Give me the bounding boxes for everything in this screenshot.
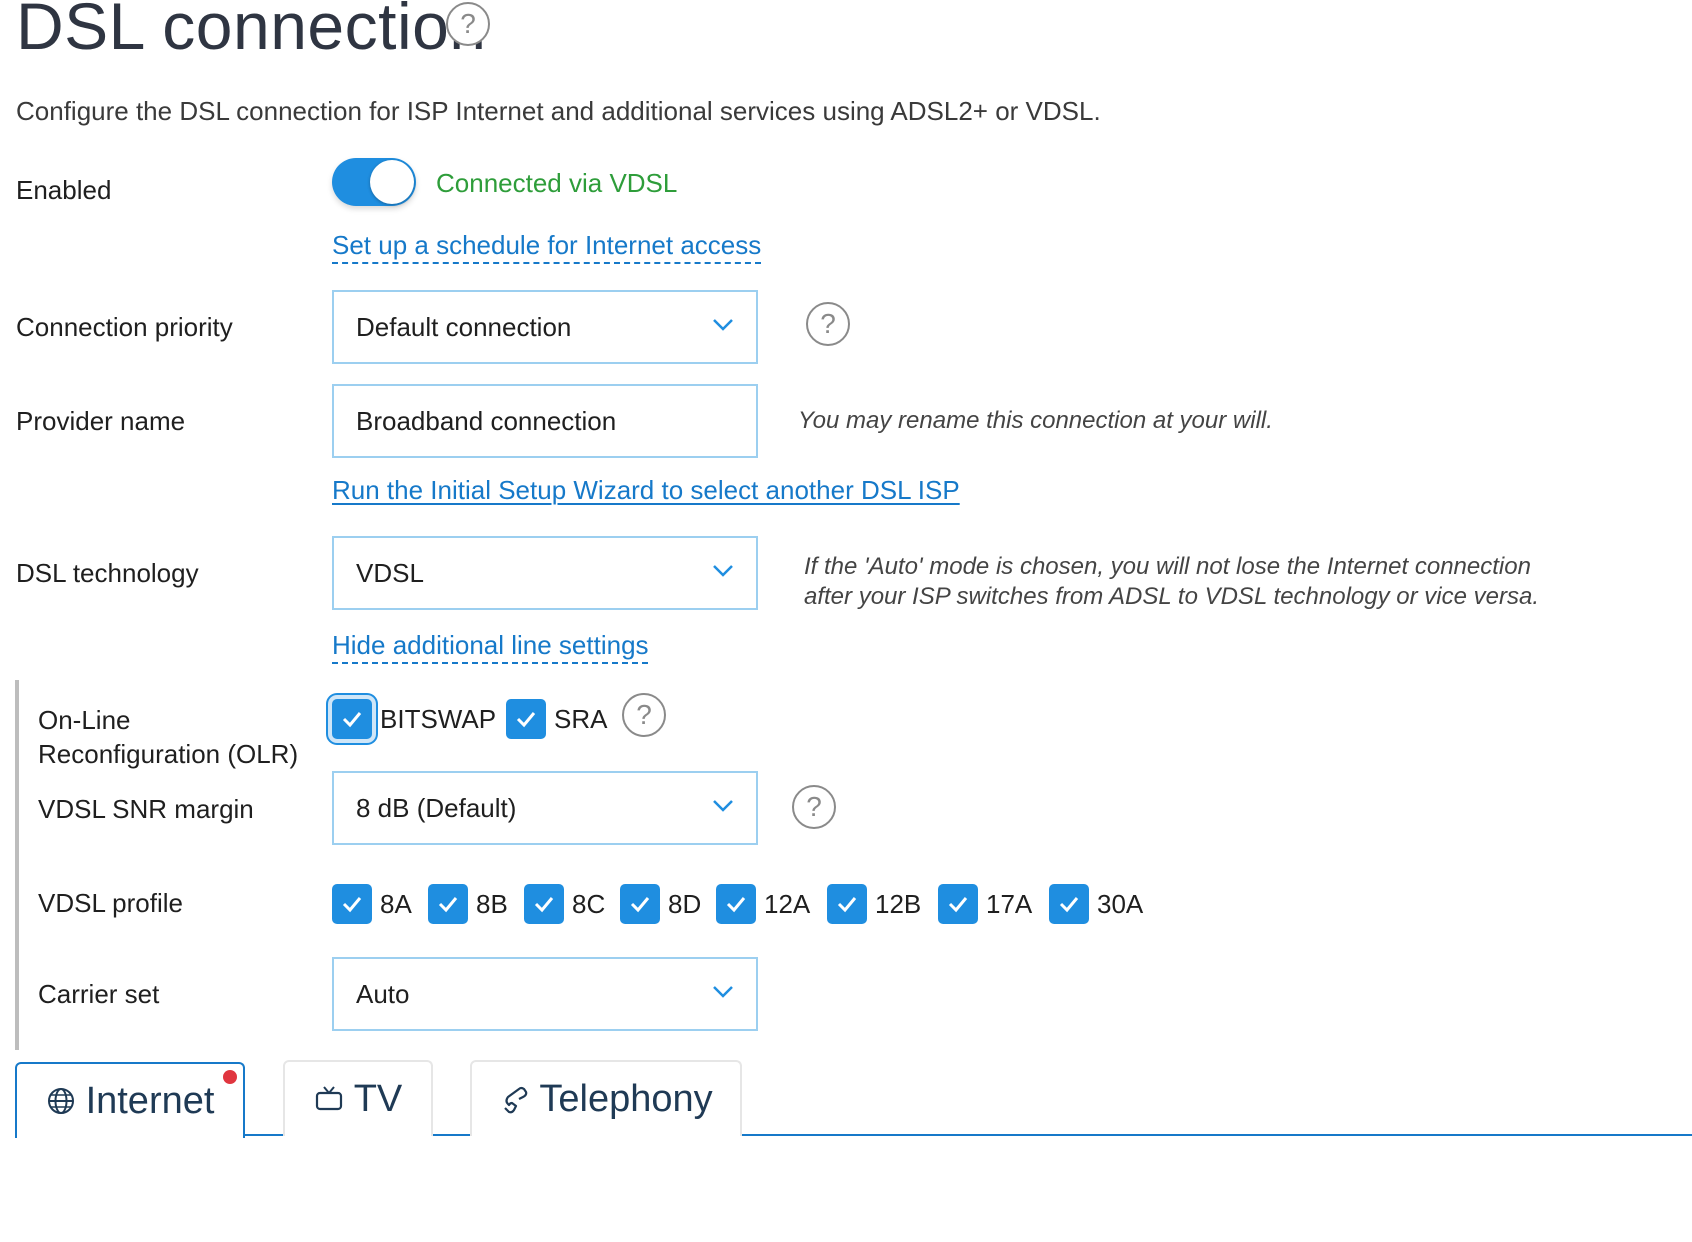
profile-option-label: 12B (875, 888, 922, 919)
check-icon (837, 897, 857, 913)
profile-checkbox-8c[interactable]: 8C (524, 884, 605, 924)
carrier-label: Carrier set (38, 979, 160, 1009)
olr-label-line2: Reconfiguration (OLR) (38, 739, 299, 769)
check-icon (726, 897, 746, 913)
toggle-knob (370, 160, 414, 204)
bitswap-checkbox[interactable]: BITSWAP (332, 699, 496, 739)
checkbox-box (1049, 884, 1089, 924)
chevron-down-icon (713, 800, 733, 812)
check-icon (438, 897, 458, 913)
tab-label: Internet (85, 1079, 215, 1122)
check-icon (948, 897, 968, 913)
priority-select[interactable]: Default connection (332, 290, 758, 364)
tab-telephony[interactable]: Telephony (470, 1060, 742, 1136)
checkbox-box (332, 884, 372, 924)
profile-option-label: 30A (1097, 888, 1144, 919)
profile-option-label: 8C (572, 888, 606, 919)
checkbox-box (332, 699, 372, 739)
checkbox-box (620, 884, 660, 924)
olr-help-icon[interactable]: ? (622, 693, 666, 737)
bitswap-label: BITSWAP (380, 703, 497, 734)
technology-hint-line2: after your ISP switches from ADSL to VDS… (804, 583, 1539, 610)
checkbox-box (716, 884, 756, 924)
olr-label: On-Line Reconfiguration (OLR) (38, 703, 298, 771)
profile-option-label: 8A (380, 888, 412, 919)
check-icon (534, 897, 554, 913)
connection-status: Connected via VDSL (436, 168, 678, 198)
provider-name-input[interactable]: Broadband connection (332, 384, 758, 458)
chevron-down-icon (713, 565, 733, 577)
checkbox-box (506, 699, 546, 739)
sra-label: SRA (554, 703, 608, 734)
chevron-down-icon (713, 986, 733, 998)
profile-option-label: 8D (668, 888, 702, 919)
sra-checkbox[interactable]: SRA (506, 699, 607, 739)
enabled-toggle[interactable] (332, 158, 416, 206)
snr-select[interactable]: 8 dB (Default) (332, 771, 758, 845)
provider-label: Provider name (16, 406, 186, 436)
hide-settings-link[interactable]: Hide additional line settings (332, 630, 649, 661)
check-icon (342, 712, 362, 728)
tv-icon (315, 1086, 342, 1111)
olr-label-line1: On-Line (38, 705, 131, 735)
technology-label: DSL technology (16, 558, 199, 588)
provider-hint: You may rename this connection at your w… (798, 407, 1273, 434)
check-icon (342, 897, 362, 913)
tab-label: TV (353, 1077, 403, 1120)
profile-checkbox-12a[interactable]: 12A (716, 884, 810, 924)
technology-select[interactable]: VDSL (332, 536, 758, 610)
schedule-link[interactable]: Set up a schedule for Internet access (332, 230, 761, 261)
page-description: Configure the DSL connection for ISP Int… (16, 96, 1101, 126)
help-icon[interactable]: ? (446, 2, 490, 46)
page-title: DSL connection (16, 0, 487, 63)
checkbox-box (428, 884, 468, 924)
profile-checkbox-8a[interactable]: 8A (332, 884, 412, 924)
check-icon (630, 897, 650, 913)
check-icon (1059, 897, 1079, 913)
technology-hint: If the 'Auto' mode is chosen, you will n… (804, 552, 1539, 612)
priority-help-icon[interactable]: ? (806, 302, 850, 346)
settings-group-bar (15, 680, 19, 1050)
chevron-down-icon (713, 319, 733, 331)
tabs-underline (244, 1134, 1692, 1136)
profile-checkbox-8d[interactable]: 8D (620, 884, 701, 924)
priority-value: Default connection (356, 311, 572, 342)
notification-badge (223, 1070, 237, 1084)
enabled-label: Enabled (16, 175, 112, 205)
profile-option-label: 8B (476, 888, 508, 919)
wizard-link[interactable]: Run the Initial Setup Wizard to select a… (332, 475, 960, 506)
technology-hint-line1: If the 'Auto' mode is chosen, you will n… (804, 553, 1531, 580)
priority-label: Connection priority (16, 312, 233, 342)
phone-icon (504, 1086, 528, 1114)
snr-label: VDSL SNR margin (38, 794, 254, 824)
tab-label: Telephony (539, 1077, 713, 1120)
snr-value: 8 dB (Default) (356, 792, 517, 823)
profile-option-label: 17A (986, 888, 1033, 919)
profile-option-label: 12A (764, 888, 811, 919)
snr-help-icon[interactable]: ? (792, 785, 836, 829)
profile-checkbox-8b[interactable]: 8B (428, 884, 508, 924)
check-icon (516, 712, 536, 728)
globe-icon (47, 1088, 74, 1114)
checkbox-box (827, 884, 867, 924)
profile-checkbox-30a[interactable]: 30A (1049, 884, 1143, 924)
profile-checkbox-12b[interactable]: 12B (827, 884, 921, 924)
technology-value: VDSL (356, 557, 424, 588)
tab-internet[interactable]: Internet (15, 1062, 245, 1138)
checkbox-box (938, 884, 978, 924)
carrier-select[interactable]: Auto (332, 957, 758, 1031)
profile-checkbox-17a[interactable]: 17A (938, 884, 1032, 924)
profile-label: VDSL profile (38, 888, 183, 918)
checkbox-box (524, 884, 564, 924)
carrier-value: Auto (356, 978, 410, 1009)
tab-tv[interactable]: TV (283, 1060, 433, 1136)
